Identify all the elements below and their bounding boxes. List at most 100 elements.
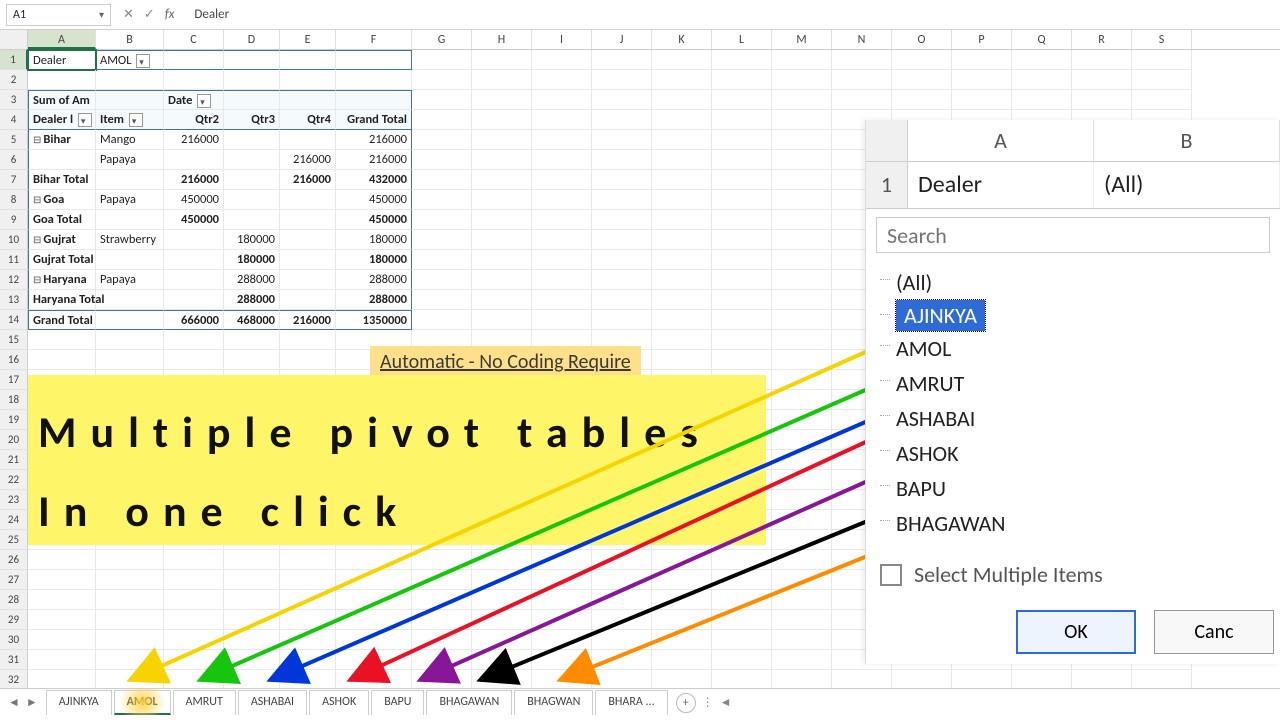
cell[interactable]: [1012, 50, 1072, 70]
cell[interactable]: [532, 50, 592, 70]
cell[interactable]: [772, 150, 832, 170]
tabs-more-icon[interactable]: ⋮: [702, 695, 714, 710]
cell[interactable]: [832, 90, 892, 110]
filter-item[interactable]: AJINKYA: [896, 300, 985, 331]
cell[interactable]: [772, 370, 832, 390]
row-header-23[interactable]: 23: [0, 490, 28, 510]
cell[interactable]: [532, 310, 592, 330]
cell[interactable]: [772, 510, 832, 530]
cell[interactable]: [96, 310, 164, 330]
cell[interactable]: [772, 90, 832, 110]
cell[interactable]: Grand Total: [28, 310, 96, 330]
cell[interactable]: [472, 170, 532, 190]
cell[interactable]: [280, 90, 336, 110]
cell[interactable]: 180000: [336, 230, 412, 250]
cell[interactable]: [96, 650, 164, 670]
row-header-21[interactable]: 21: [0, 450, 28, 470]
cell[interactable]: [224, 190, 280, 210]
cell[interactable]: 216000: [336, 130, 412, 150]
col-header-N[interactable]: N: [832, 30, 892, 49]
cell[interactable]: [652, 250, 712, 270]
cell[interactable]: [164, 670, 224, 690]
cell[interactable]: [96, 550, 164, 570]
select-all-corner[interactable]: [0, 30, 28, 49]
cell[interactable]: [652, 590, 712, 610]
select-multiple-row[interactable]: Select Multiple Items: [866, 551, 1280, 598]
cell[interactable]: [652, 90, 712, 110]
cell[interactable]: [224, 150, 280, 170]
cell[interactable]: [412, 250, 472, 270]
cell[interactable]: [280, 670, 336, 690]
cell[interactable]: [1072, 50, 1132, 70]
cell[interactable]: [712, 50, 772, 70]
cell[interactable]: [652, 130, 712, 150]
cell[interactable]: [532, 110, 592, 130]
cell[interactable]: [1072, 70, 1132, 90]
cell[interactable]: [592, 270, 652, 290]
cell[interactable]: [532, 270, 592, 290]
cell[interactable]: [280, 570, 336, 590]
cell[interactable]: [280, 250, 336, 270]
cell[interactable]: [224, 350, 280, 370]
cell[interactable]: [652, 650, 712, 670]
row-header-26[interactable]: 26: [0, 550, 28, 570]
row-field1-dropdown-icon[interactable]: [78, 113, 92, 127]
cell[interactable]: [772, 670, 832, 690]
cell[interactable]: [164, 150, 224, 170]
cell[interactable]: [952, 50, 1012, 70]
row-header-2[interactable]: 2: [0, 70, 28, 90]
cell[interactable]: [224, 670, 280, 690]
col-header-G[interactable]: G: [412, 30, 472, 49]
cell[interactable]: Date: [164, 90, 224, 110]
formula-input[interactable]: Dealer: [186, 7, 1280, 22]
cell[interactable]: [472, 130, 532, 150]
cell[interactable]: [532, 210, 592, 230]
row-header-17[interactable]: 17: [0, 370, 28, 390]
cell[interactable]: [592, 630, 652, 650]
cell[interactable]: [592, 310, 652, 330]
cell[interactable]: Sum of Am: [28, 90, 96, 110]
row-header-1[interactable]: 1: [0, 50, 28, 70]
cell[interactable]: 180000: [336, 250, 412, 270]
cell[interactable]: [28, 670, 96, 690]
sheet-tab[interactable]: BHARA ...: [595, 690, 667, 715]
cell[interactable]: [336, 70, 412, 90]
cell[interactable]: AMOL: [96, 50, 164, 70]
ok-button[interactable]: OK: [1016, 610, 1136, 654]
row-header-4[interactable]: 4: [0, 110, 28, 130]
row-header-25[interactable]: 25: [0, 530, 28, 550]
cell[interactable]: [712, 590, 772, 610]
cell[interactable]: [164, 230, 224, 250]
cell[interactable]: [712, 250, 772, 270]
fx-icon[interactable]: fx: [165, 7, 175, 22]
cell[interactable]: [472, 590, 532, 610]
cell[interactable]: [412, 550, 472, 570]
row-header-16[interactable]: 16: [0, 350, 28, 370]
cell[interactable]: [96, 590, 164, 610]
select-multiple-checkbox[interactable]: [880, 564, 902, 586]
tab-scroll-left-icon[interactable]: ◄: [720, 695, 732, 710]
cell[interactable]: [336, 570, 412, 590]
cell[interactable]: [592, 90, 652, 110]
filter-search-input[interactable]: [876, 217, 1270, 253]
cell[interactable]: [592, 670, 652, 690]
cell[interactable]: [1072, 670, 1132, 690]
cell[interactable]: [592, 210, 652, 230]
row-header-14[interactable]: 14: [0, 310, 28, 330]
cell[interactable]: 216000: [164, 170, 224, 190]
name-box[interactable]: A1 ▾: [6, 4, 111, 26]
cell[interactable]: [712, 650, 772, 670]
cell[interactable]: [164, 590, 224, 610]
row-header-28[interactable]: 28: [0, 590, 28, 610]
cell[interactable]: [280, 650, 336, 670]
cell[interactable]: 450000: [164, 190, 224, 210]
cell[interactable]: Qtr3: [224, 110, 280, 130]
cell[interactable]: [652, 50, 712, 70]
cell[interactable]: [712, 110, 772, 130]
cell[interactable]: [772, 650, 832, 670]
cell[interactable]: [892, 670, 952, 690]
cell[interactable]: [712, 150, 772, 170]
cell[interactable]: [592, 130, 652, 150]
cell[interactable]: 666000: [164, 310, 224, 330]
cell[interactable]: [224, 70, 280, 90]
